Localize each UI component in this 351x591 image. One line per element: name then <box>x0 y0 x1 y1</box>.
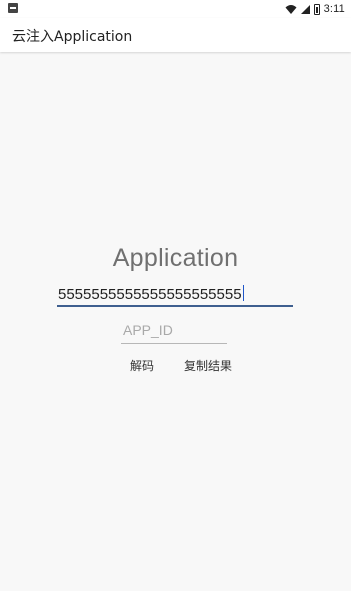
app-title: 云注入Application <box>12 29 133 45</box>
battery-icon <box>313 3 320 15</box>
text-caret <box>242 285 244 301</box>
status-bar: 3:11 <box>0 0 351 18</box>
status-right: 3:11 <box>285 1 345 17</box>
notification-icon <box>8 3 18 13</box>
page-heading: Application <box>112 244 239 272</box>
status-time: 3:11 <box>323 3 345 15</box>
decode-button[interactable]: 解码 <box>130 357 154 374</box>
app-bar: 云注入Application <box>0 18 351 52</box>
main-input-text: 5555555555555555555555 <box>58 286 242 303</box>
main-input-field[interactable]: 5555555555555555555555 <box>57 284 293 307</box>
actions-row: 解码 复制结果 <box>0 357 351 377</box>
signal-icon <box>300 4 310 14</box>
app-id-placeholder: APP_ID <box>123 322 173 338</box>
wifi-icon <box>285 5 297 14</box>
copy-result-button[interactable]: 复制结果 <box>184 357 232 374</box>
main-input-value: 5555555555555555555555 <box>58 285 244 303</box>
app-id-input[interactable]: APP_ID <box>121 322 227 344</box>
